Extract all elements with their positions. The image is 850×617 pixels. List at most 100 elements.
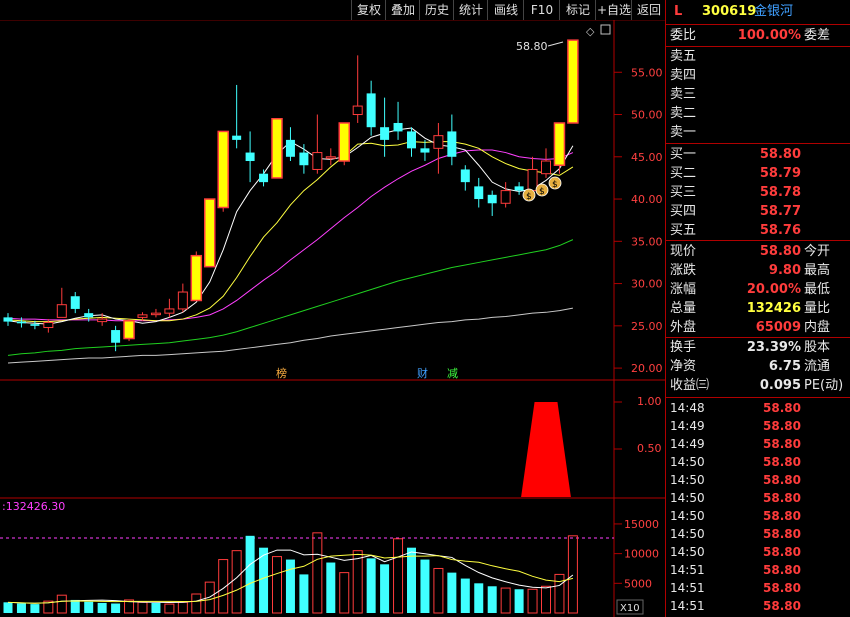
candle-body-up [325, 156, 336, 159]
volume-bar-down [380, 564, 390, 613]
stat-value: 20.00% [746, 282, 801, 297]
indicator-pane [521, 402, 571, 497]
tick-price: 58.80 [763, 581, 801, 595]
sell-level-row[interactable]: 卖三 [666, 86, 850, 104]
sell-level-row[interactable]: 卖一 [666, 124, 850, 142]
add-watchlist-button[interactable]: +自选 [595, 0, 632, 20]
stock-flag: L [674, 4, 683, 19]
price-axis-label: 30.00 [631, 278, 663, 291]
buy-level-row[interactable]: 买二 58.79 [666, 165, 850, 183]
tick-price: 58.80 [763, 545, 801, 559]
draw-line-button[interactable]: 画线 [487, 0, 524, 20]
stock-name[interactable]: 金银河 [754, 0, 793, 24]
back-button[interactable]: 返回 [631, 0, 666, 20]
buy-level-row[interactable]: 买一 58.80 [666, 146, 850, 164]
volume-readout: :132426.30 [2, 500, 65, 513]
tick-time: 14:50 [670, 527, 705, 541]
candle-body-down [285, 139, 295, 157]
candle-body-limit-up [553, 122, 566, 166]
ma20-line [7, 149, 574, 322]
candle-body-down [407, 131, 416, 149]
tick-row: 14:51 58.80 [666, 597, 850, 615]
tick-row: 14:51 58.80 [666, 561, 850, 579]
tick-time: 14:51 [670, 581, 705, 595]
marker-jian[interactable]: 减 [447, 367, 458, 380]
fundamental-label: 换手 [670, 340, 697, 355]
candle-body-down [366, 93, 376, 128]
sell-level-label: 卖五 [670, 49, 697, 64]
volume-bar-down [30, 604, 40, 613]
volume-bar-down [407, 547, 416, 613]
history-button[interactable]: 历史 [419, 0, 454, 20]
stat-label-2: 最低 [804, 282, 831, 297]
fundamental-label: 净资 [670, 359, 697, 374]
sell-level-row[interactable]: 卖五 [666, 48, 850, 66]
volume-bar-up [352, 550, 363, 614]
candle-body-down [259, 173, 269, 183]
volume-bar-down [151, 602, 161, 613]
buy-level-row[interactable]: 买四 58.77 [666, 203, 850, 221]
volume-bar-down [514, 589, 524, 613]
candle-body-up [56, 304, 67, 318]
volume-bar-down [326, 562, 336, 613]
candle-body-down [245, 152, 255, 162]
buy-level-row[interactable]: 买五 58.76 [666, 222, 850, 240]
sell-level-label: 卖二 [670, 106, 697, 121]
volume-bar-down [16, 603, 26, 613]
tick-row: 14:51 58.80 [666, 579, 850, 597]
buy-level-row[interactable]: 买三 58.78 [666, 184, 850, 202]
candle-body-up [137, 314, 148, 318]
stat-label-2: 量比 [804, 301, 831, 316]
stat-label: 涨跌 [670, 263, 697, 278]
sell-level-row[interactable]: 卖四 [666, 67, 850, 85]
candle-body-down [30, 324, 40, 326]
fundamental-label-2: PE(动) [804, 378, 844, 393]
tick-price: 58.80 [763, 527, 801, 541]
volume-bar-up [272, 556, 282, 614]
stat-label: 外盘 [670, 320, 697, 335]
stat-label-2: 最高 [804, 263, 831, 278]
f10-button[interactable]: F10 [523, 0, 560, 20]
indicator-axis-05: 0.50 [637, 442, 662, 455]
candle-body-up [352, 105, 363, 116]
tick-price: 58.80 [763, 401, 801, 415]
statistics-button[interactable]: 统计 [453, 0, 488, 20]
volume-bar-down [447, 572, 457, 613]
marker-cai[interactable]: 财 [417, 366, 428, 380]
volume-bar-down [474, 583, 484, 613]
fuquan-button[interactable]: 复权 [351, 0, 386, 20]
volume-bar-up [312, 532, 323, 614]
stat-value: 58.80 [759, 244, 801, 259]
svg-text:$: $ [526, 192, 532, 202]
volume-bar-down [3, 602, 13, 613]
weicha-label: 委差 [804, 28, 831, 43]
candle-body-down [111, 330, 121, 343]
price-axis-label: 40.00 [631, 193, 663, 206]
fundamental-label: 收益㈢ [670, 378, 710, 393]
stat-row: 涨跌 9.80 最高 [666, 262, 850, 280]
candle-body-up [541, 160, 551, 175]
volume-bar-down [70, 599, 80, 613]
tick-time: 14:50 [670, 509, 705, 523]
candle-body-limit-up [190, 254, 203, 302]
kline-chart[interactable]: 55.00 50.00 45.00 40.00 35.00 30.00 25.00 20.00… [0, 20, 665, 617]
fundamental-value: 0.095 [759, 378, 801, 393]
stat-row: 现价 58.80 今开 [666, 243, 850, 261]
sell-level-row[interactable]: 卖二 [666, 105, 850, 123]
overlay-button[interactable]: 叠加 [385, 0, 420, 20]
candle-body-up [527, 168, 538, 192]
expand-icon[interactable] [600, 24, 611, 35]
volume-bar-up [137, 601, 148, 614]
mark-button[interactable]: 标记 [559, 0, 596, 20]
marker-bang[interactable]: 榜 [276, 366, 287, 380]
diamond-icon[interactable]: ◇ [586, 25, 595, 38]
tick-time: 14:50 [670, 455, 705, 469]
volume-bar-up [177, 601, 188, 614]
tick-row: 14:48 58.80 [666, 399, 850, 417]
buy-level-price: 58.76 [759, 223, 801, 238]
tick-price: 58.80 [763, 509, 801, 523]
stock-code[interactable]: 300619 [702, 0, 756, 24]
candle-body-down [232, 135, 242, 140]
volume-bar-down [460, 578, 470, 613]
volume-axis-label: 10000 [624, 548, 659, 561]
